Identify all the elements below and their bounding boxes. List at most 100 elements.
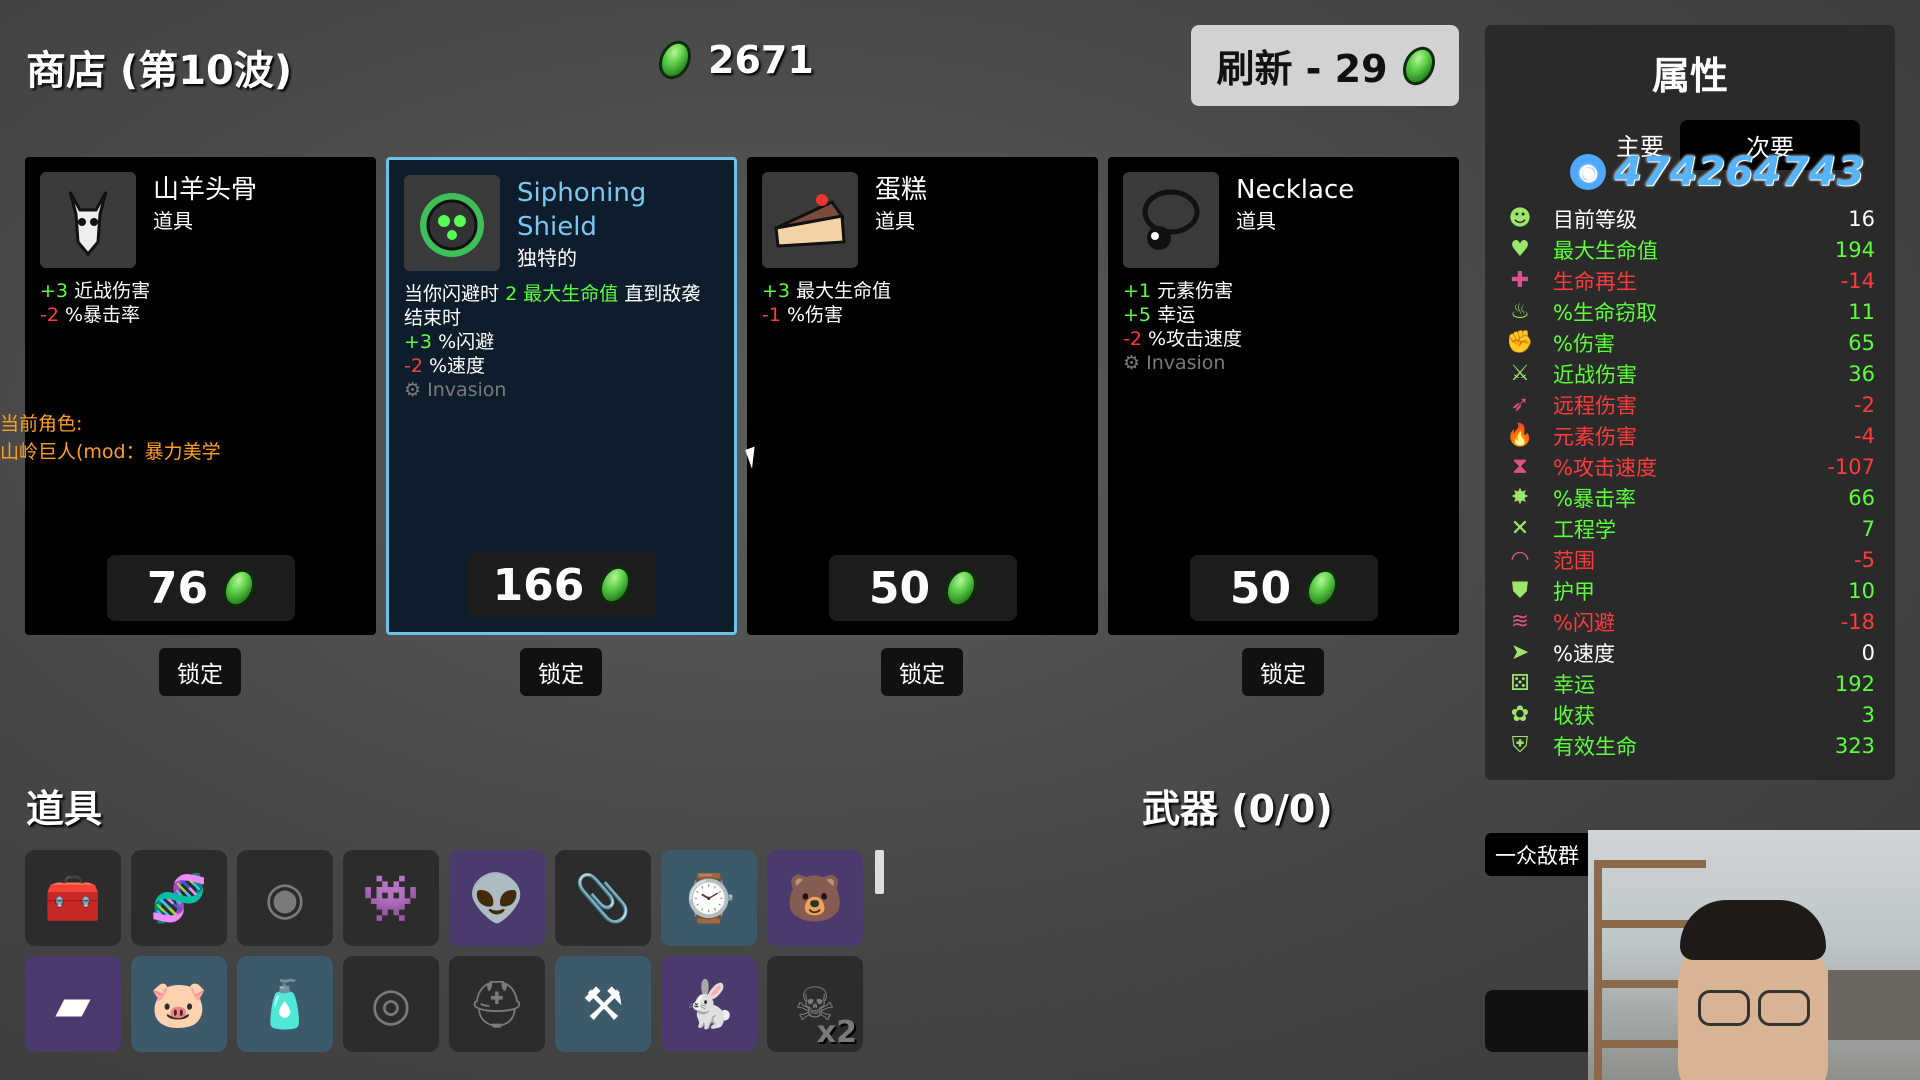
item-slot[interactable]: 📎 [555,850,651,946]
stat-row[interactable]: 🔥 元素伤害 -4 [1505,420,1875,451]
engineering-icon: ✕ [1510,516,1530,541]
stat-name: 近战伤害 [1553,362,1637,387]
stat-row[interactable]: ≋ %闪避 -18 [1505,606,1875,637]
lock-button[interactable]: 锁定 [520,648,602,696]
item-slot[interactable]: ⛑ [449,956,545,1052]
stat-row[interactable]: ⚔ 近战伤害 36 [1505,358,1875,389]
stat-row[interactable]: ☻ 目前等级 16 [1505,203,1875,234]
item-slot[interactable]: ◎ [343,956,439,1052]
items-title: 道具 [26,787,103,831]
item-slot[interactable]: 👾 [343,850,439,946]
stat-value: 7 [1861,516,1875,541]
stat-row[interactable]: ✿ 收获 3 [1505,699,1875,730]
buy-price-button[interactable]: 76 [106,555,295,621]
tool-bag-icon: 🧰 [44,870,102,925]
elemental-icon: 🔥 [1506,423,1534,448]
stat-name: 最大生命值 [1553,238,1658,263]
item-slot[interactable]: 🐷 [131,956,227,1052]
stat-name: 收获 [1553,703,1595,728]
stat-row[interactable]: ✚ 生命再生 -14 [1505,265,1875,296]
baby-alien-icon: 👽 [468,870,526,925]
knight-helmet-icon: ⛑ [467,976,527,1031]
lock-button[interactable]: 锁定 [1242,648,1324,696]
stat-name: 幸运 [1553,672,1595,697]
stat-value: 16 [1848,206,1875,231]
stat-row[interactable]: ➶ 远程伤害 -2 [1505,389,1875,420]
stat-value: -107 [1827,454,1875,479]
buy-price-button[interactable]: 50 [828,555,1017,621]
item-stats: 当你闪避时 2 最大生命值 直到敌袭 结束时 +3 %闪避 -2 %速度 ⚙ I… [404,282,729,402]
item-count: x2 [816,1015,857,1050]
lock-button[interactable]: 锁定 [881,648,963,696]
stat-row[interactable]: ✕ 工程学 7 [1505,513,1875,544]
item-kind: 道具 [1236,209,1276,233]
stats-panel: 属性 次要 主要 ◉ 474264743 ☻ 目前等级 16 ♥ 最大生命值 194 ✚ 生命… [1485,25,1895,780]
stat-name: %攻击速度 [1553,455,1657,480]
item-kind: 独特的 [517,246,577,270]
stats-title: 属性 [1651,54,1728,98]
buy-price-button[interactable]: 166 [467,552,656,618]
siphoning-shield-icon [404,175,500,271]
stat-row[interactable]: ➤ %速度 0 [1505,637,1875,668]
tag-invasion: ⚙ Invasion [404,379,507,401]
item-stats: +3 最大生命值 -1 %伤害 [762,280,892,326]
material-icon [593,560,638,610]
stat-row[interactable]: ♥ 最大生命值 194 [1505,234,1875,265]
stream-id-overlay: ◉ 474264743 [1570,149,1865,195]
refresh-button[interactable]: 刷新 - 29 [1191,25,1459,106]
shop-card-goat-skull[interactable]: 山羊头骨 道具 +3 近战伤害 -2 %暴击率 76 [25,157,376,635]
lock-button[interactable]: 锁定 [159,648,241,696]
gold-counter: 2671 [652,35,814,85]
stat-value: 3 [1861,702,1875,727]
item-slot[interactable]: ⌚ [661,850,757,946]
stat-row[interactable]: ⧗ %攻击速度 -107 [1505,451,1875,482]
item-slot[interactable]: 🧴 [237,956,333,1052]
white-rabbit-icon: 🐇 [680,976,738,1031]
character-note: 当前角色: 山岭巨人(mod：暴力美学 [0,413,221,463]
stat-row[interactable]: ⛊ 护甲 10 [1505,575,1875,606]
stat-value: 194 [1834,237,1875,262]
shop-card-necklace[interactable]: Necklace 道具 +1 元素伤害 +5 幸运 -2 %攻击速度 ⚙ Inv… [1108,157,1459,635]
item-slot[interactable]: ☠ x2 [767,956,863,1052]
stat-row[interactable]: ♨ %生命窃取 11 [1505,296,1875,327]
item-slot[interactable]: ▰ [25,956,121,1052]
buy-price-button[interactable]: 50 [1189,555,1378,621]
bottle-icon: 🧴 [256,976,314,1031]
item-slot[interactable]: 🧰 [25,850,121,946]
anvil-icon: ⚒ [582,977,624,1031]
melee-icon: ⚔ [1510,361,1530,386]
item-slot[interactable]: 🐇 [661,956,757,1052]
bear-cub-icon: 🐻 [786,870,844,925]
pocket-watch-icon: ⌚ [680,870,738,925]
items-scrollbar[interactable] [875,850,884,894]
stat-row[interactable]: ◠ 范围 -5 [1505,544,1875,575]
item-slot[interactable]: ⚒ [555,956,651,1052]
item-name: 蛋糕 [875,175,928,205]
stat-row[interactable]: ⚄ 幸运 192 [1505,668,1875,699]
lifesteal-icon: ♨ [1510,299,1530,324]
shop-card-siphoning-shield[interactable]: Siphoning Shield 独特的 当你闪避时 2 最大生命值 直到敌袭 结… [386,157,737,635]
item-name: Necklace [1236,175,1355,205]
item-stats: +3 近战伤害 -2 %暴击率 [40,280,151,326]
item-slot[interactable]: 🐻 [767,850,863,946]
item-slot[interactable]: 👽 [449,850,545,946]
stat-value: 11 [1848,299,1875,324]
item-slot[interactable]: ◉ [237,850,333,946]
shop-card-cake[interactable]: 蛋糕 道具 +3 最大生命值 -1 %伤害 50 [747,157,1098,635]
ranged-icon: ➶ [1510,392,1530,417]
stat-name: %暴击率 [1553,486,1636,511]
stat-name: 生命再生 [1553,269,1637,294]
stat-row[interactable]: ✊ %伤害 65 [1505,327,1875,358]
range-icon: ◠ [1510,547,1530,572]
item-slot[interactable]: 🧬 [131,850,227,946]
stat-row[interactable]: ✸ %暴击率 66 [1505,482,1875,513]
stat-value: -2 [1854,392,1875,417]
stat-name: %速度 [1553,641,1615,666]
page-title: 商店 (第10波) [26,48,293,94]
stat-value: 65 [1848,330,1875,355]
stat-row[interactable]: ⛨ 有效生命 323 [1505,730,1875,761]
stat-name: 远程伤害 [1553,393,1637,418]
dodge-icon: ≋ [1510,609,1530,634]
stat-value: -14 [1840,268,1875,293]
material-icon [939,563,984,613]
